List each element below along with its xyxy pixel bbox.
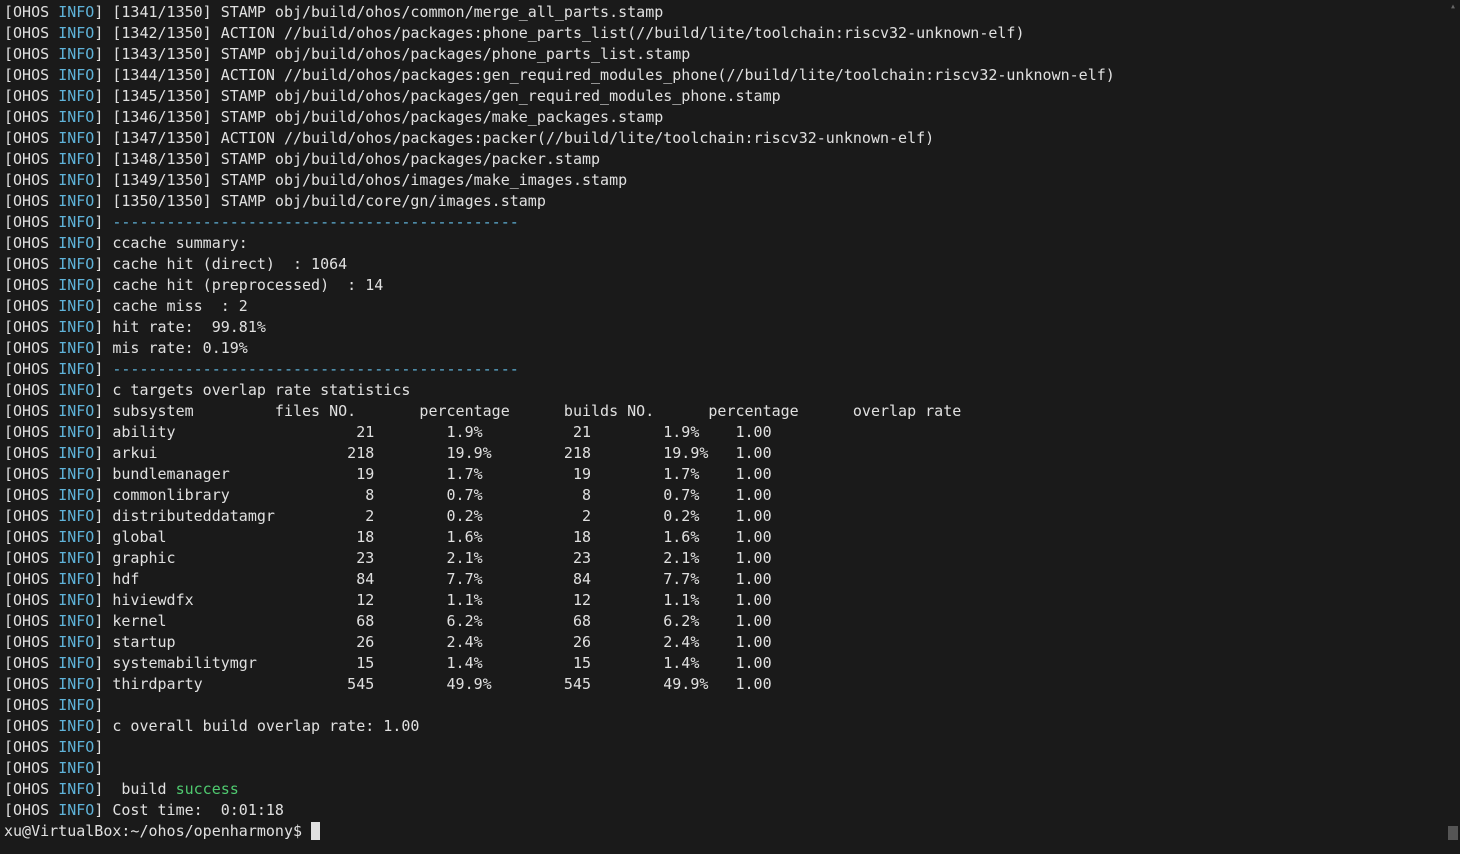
log-line: [OHOS INFO] [1345/1350] STAMP obj/build/… <box>4 86 1456 107</box>
stats-row: [OHOS INFO] hiviewdfx 12 1.1% 12 1.1% 1.… <box>4 590 1456 611</box>
ccache-hit-rate: [OHOS INFO] hit rate: 99.81% <box>4 317 1456 338</box>
log-line: [OHOS INFO] [1348/1350] STAMP obj/build/… <box>4 149 1456 170</box>
log-divider: [OHOS INFO] ----------------------------… <box>4 212 1456 233</box>
log-line: [OHOS INFO] [1343/1350] STAMP obj/build/… <box>4 44 1456 65</box>
log-line: [OHOS INFO] [1346/1350] STAMP obj/build/… <box>4 107 1456 128</box>
scrollbar[interactable]: ▴ <box>1446 0 1460 854</box>
ccache-summary: [OHOS INFO] ccache summary: <box>4 233 1456 254</box>
stats-row: [OHOS INFO] thirdparty 545 49.9% 545 49.… <box>4 674 1456 695</box>
log-line: [OHOS INFO] [1341/1350] STAMP obj/build/… <box>4 2 1456 23</box>
stats-row: [OHOS INFO] distributeddatamgr 2 0.2% 2 … <box>4 506 1456 527</box>
stats-row: [OHOS INFO] hdf 84 7.7% 84 7.7% 1.00 <box>4 569 1456 590</box>
stats-row: [OHOS INFO] ability 21 1.9% 21 1.9% 1.00 <box>4 422 1456 443</box>
terminal-output[interactable]: [OHOS INFO] [1341/1350] STAMP obj/build/… <box>0 0 1460 844</box>
cost-time: [OHOS INFO] Cost time: 0:01:18 <box>4 800 1456 821</box>
stats-row: [OHOS INFO] bundlemanager 19 1.7% 19 1.7… <box>4 464 1456 485</box>
stats-row: [OHOS INFO] startup 26 2.4% 26 2.4% 1.00 <box>4 632 1456 653</box>
log-line: [OHOS INFO] [1344/1350] ACTION //build/o… <box>4 65 1456 86</box>
stats-row: [OHOS INFO] commonlibrary 8 0.7% 8 0.7% … <box>4 485 1456 506</box>
stats-header: [OHOS INFO] subsystem files NO. percenta… <box>4 401 1456 422</box>
log-blank: [OHOS INFO] <box>4 695 1456 716</box>
scroll-up-arrow[interactable]: ▴ <box>1446 0 1460 14</box>
log-divider: [OHOS INFO] ----------------------------… <box>4 359 1456 380</box>
log-blank: [OHOS INFO] <box>4 758 1456 779</box>
stats-title: [OHOS INFO] c targets overlap rate stati… <box>4 380 1456 401</box>
log-line: [OHOS INFO] [1349/1350] STAMP obj/build/… <box>4 170 1456 191</box>
build-status-line: [OHOS INFO] build success <box>4 779 1456 800</box>
scroll-thumb[interactable] <box>1448 826 1458 840</box>
ccache-mis-rate: [OHOS INFO] mis rate: 0.19% <box>4 338 1456 359</box>
stats-row: [OHOS INFO] systemabilitymgr 15 1.4% 15 … <box>4 653 1456 674</box>
ccache-miss: [OHOS INFO] cache miss : 2 <box>4 296 1456 317</box>
stats-row: [OHOS INFO] graphic 23 2.1% 23 2.1% 1.00 <box>4 548 1456 569</box>
shell-prompt[interactable]: xu@VirtualBox:~/ohos/openharmony$ <box>4 821 1456 842</box>
stats-row: [OHOS INFO] kernel 68 6.2% 68 6.2% 1.00 <box>4 611 1456 632</box>
stats-row: [OHOS INFO] global 18 1.6% 18 1.6% 1.00 <box>4 527 1456 548</box>
ccache-hit-preprocessed: [OHOS INFO] cache hit (preprocessed) : 1… <box>4 275 1456 296</box>
log-line: [OHOS INFO] [1342/1350] ACTION //build/o… <box>4 23 1456 44</box>
overall-rate: [OHOS INFO] c overall build overlap rate… <box>4 716 1456 737</box>
stats-row: [OHOS INFO] arkui 218 19.9% 218 19.9% 1.… <box>4 443 1456 464</box>
log-line: [OHOS INFO] [1347/1350] ACTION //build/o… <box>4 128 1456 149</box>
cursor-icon <box>311 822 320 840</box>
log-blank: [OHOS INFO] <box>4 737 1456 758</box>
ccache-hit-direct: [OHOS INFO] cache hit (direct) : 1064 <box>4 254 1456 275</box>
log-line: [OHOS INFO] [1350/1350] STAMP obj/build/… <box>4 191 1456 212</box>
